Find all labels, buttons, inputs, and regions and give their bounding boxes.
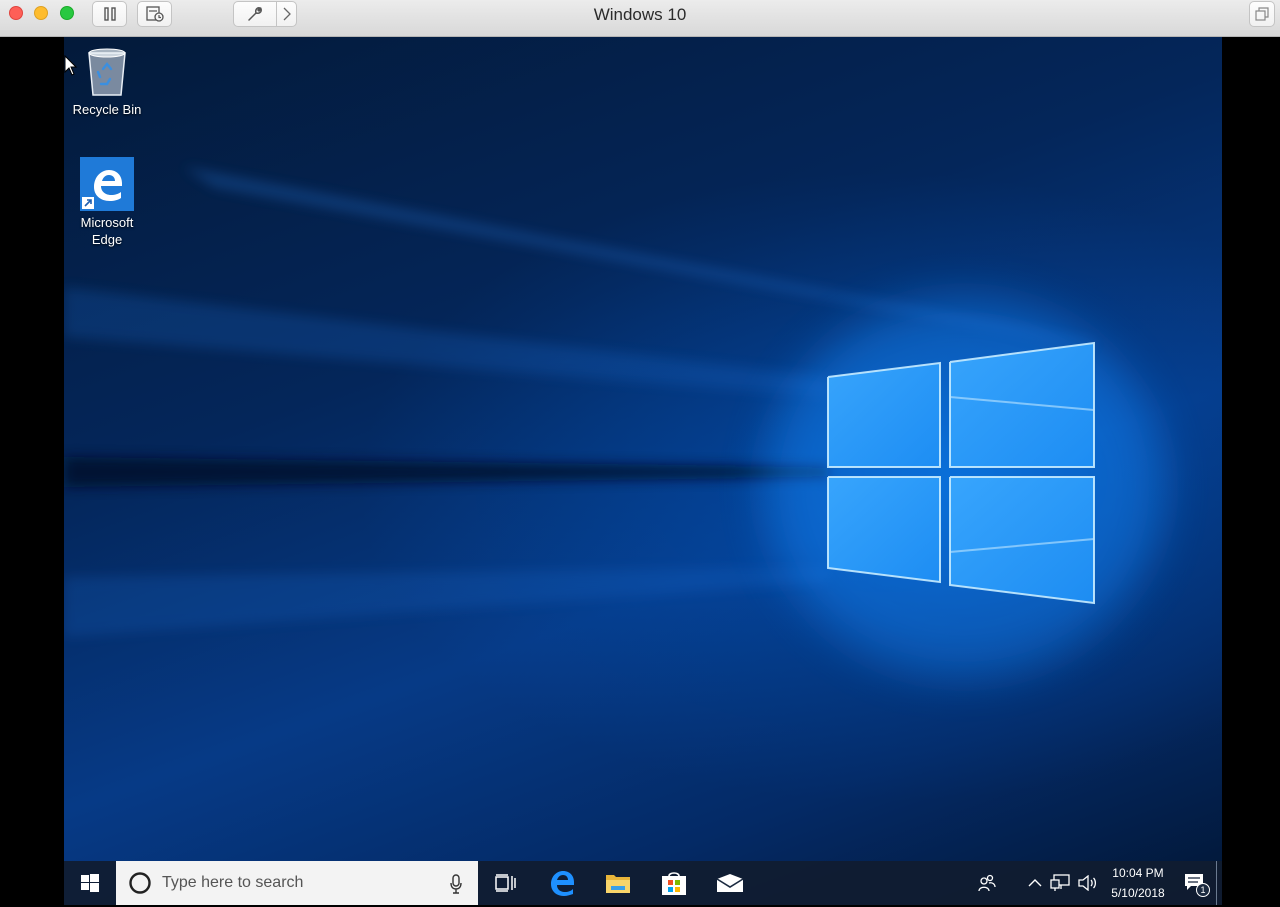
chevron-right-icon: [283, 7, 291, 21]
more-button[interactable]: [276, 1, 297, 27]
taskbar-search-box[interactable]: Type here to search: [116, 861, 478, 905]
task-view-icon: [495, 874, 516, 892]
desktop-icon-microsoft-edge[interactable]: Microsoft Edge: [64, 157, 150, 248]
wrench-icon: [248, 7, 262, 21]
show-hidden-icons-button[interactable]: [1024, 861, 1046, 905]
zoom-window-button[interactable]: [60, 6, 74, 20]
action-center-button[interactable]: 1: [1174, 861, 1216, 905]
minimize-window-button[interactable]: [34, 6, 48, 20]
mouse-cursor-icon: [64, 55, 78, 76]
taskbar-app-file-explorer[interactable]: [590, 861, 646, 905]
microphone-icon[interactable]: [450, 874, 462, 894]
edge-icon: [551, 871, 574, 896]
chevron-up-icon: [1028, 879, 1042, 887]
speaker-icon: [1078, 875, 1097, 891]
desktop-icon-label: Recycle Bin: [72, 102, 142, 117]
people-icon: [978, 874, 996, 892]
settings-button[interactable]: [233, 1, 277, 27]
show-desktop-button[interactable]: [1216, 861, 1222, 905]
volume-button[interactable]: [1074, 861, 1102, 905]
mail-icon: [716, 874, 744, 892]
system-tray: 10:04 PM 5/10/2018 1: [968, 861, 1222, 905]
fullscreen-button[interactable]: [1249, 1, 1275, 27]
taskbar-app-edge[interactable]: [534, 861, 590, 905]
clock-date: 5/10/2018: [1111, 886, 1165, 900]
restore-icon: [1255, 7, 1269, 21]
taskbar: Type here to search 10:04 PM 5/10/2018 1: [64, 861, 1222, 905]
search-placeholder: Type here to search: [162, 874, 304, 891]
snapshot-icon: [145, 6, 164, 22]
wallpaper-windows-logo: [64, 167, 1164, 677]
desktop-icon-label: Microsoft Edge: [80, 215, 134, 247]
close-window-button[interactable]: [9, 6, 23, 20]
network-icon: [1050, 874, 1070, 891]
windows-logo-icon: [81, 874, 99, 892]
pause-vm-button[interactable]: [92, 1, 127, 27]
edge-icon: [80, 157, 134, 211]
cortana-icon: [129, 872, 151, 894]
start-button[interactable]: [64, 861, 116, 905]
task-view-button[interactable]: [478, 861, 534, 905]
clock-time: 10:04 PM: [1112, 866, 1164, 880]
notification-count-badge: 1: [1196, 883, 1210, 897]
network-status-button[interactable]: [1046, 861, 1074, 905]
file-explorer-icon: [606, 875, 630, 893]
vm-window-titlebar: Windows 10: [0, 0, 1280, 37]
snapshot-button[interactable]: [137, 1, 172, 27]
store-icon: [662, 872, 686, 895]
window-title: Windows 10: [593, 5, 687, 24]
pause-icon: [103, 7, 116, 21]
people-button[interactable]: [968, 861, 1006, 905]
taskbar-app-mail[interactable]: [702, 861, 758, 905]
taskbar-app-store[interactable]: [646, 861, 702, 905]
taskbar-clock[interactable]: 10:04 PM 5/10/2018: [1102, 861, 1174, 905]
windows-desktop[interactable]: Recycle Bin Microsoft Edge Type here to …: [64, 37, 1222, 905]
recycle-bin-icon: [88, 48, 126, 96]
